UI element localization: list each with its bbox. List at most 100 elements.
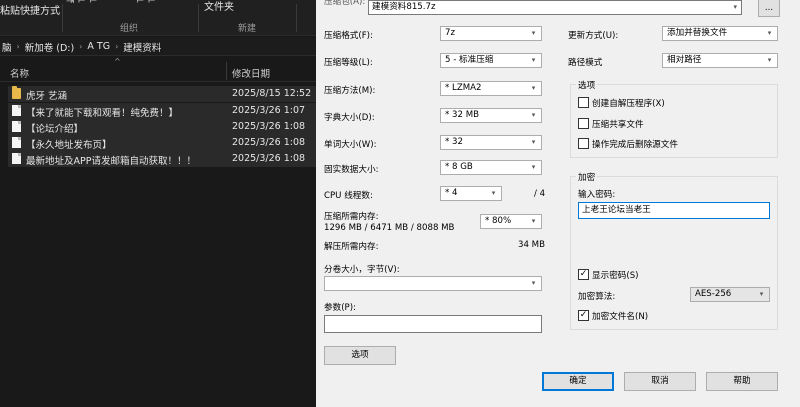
chevron-down-icon: ▾	[531, 29, 536, 37]
encrypt-filenames-label[interactable]: 加密文件名(N)	[592, 310, 648, 322]
word-size-select[interactable]: * 32 ▾	[440, 135, 542, 150]
breadcrumb-item[interactable]: A TG	[87, 41, 110, 52]
parameters-label: 参数(P):	[324, 303, 356, 313]
file-name: 【永久地址发布页】	[26, 140, 112, 151]
shared-files-checkbox[interactable]	[578, 118, 589, 129]
delete-after-checkbox[interactable]	[578, 138, 589, 149]
level-value: 5 - 标准压缩	[445, 55, 494, 65]
decompress-memory-label: 解压所需内存:	[324, 242, 379, 252]
dictionary-size-value: * 32 MB	[445, 110, 480, 120]
enter-password-label: 输入密码:	[578, 190, 616, 200]
encrypt-filenames-checkbox[interactable]: ✓	[578, 310, 589, 321]
cpu-threads-label: CPU 线程数:	[324, 191, 373, 201]
file-row[interactable]: 最新地址及APP请发邮箱自动获取！！！ 2025/3/26 1:08	[8, 151, 316, 167]
folder-icon	[12, 86, 21, 99]
shared-files-label[interactable]: 压缩共享文件	[592, 118, 644, 130]
options-group-title: 选项	[576, 79, 598, 91]
method-select[interactable]: * LZMA2 ▾	[440, 81, 542, 96]
sort-ascending-icon: ^	[114, 57, 121, 66]
dictionary-size-select[interactable]: * 32 MB ▾	[440, 108, 542, 123]
path-mode-value: 相对路径	[667, 55, 702, 65]
document-icon	[12, 137, 21, 148]
breadcrumb-item[interactable]: 建模资料	[123, 40, 161, 54]
level-select[interactable]: 5 - 标准压缩 ▾	[440, 53, 542, 68]
file-explorer: 粘贴快捷方式 ⇥ ⌐ ⌐ ⌐ ⌐ 文件夹 组织 新建 脑 › 新加卷 (D:) …	[0, 0, 316, 407]
encryption-method-select[interactable]: AES-256 ▾	[690, 287, 770, 302]
ribbon-partial-icons: ⇥ ⌐ ⌐	[66, 0, 98, 7]
chevron-down-icon: ▾	[767, 29, 772, 37]
ribbon-divider	[296, 4, 297, 32]
memory-usage-value: * 80%	[485, 216, 512, 226]
document-icon	[12, 121, 21, 132]
cpu-threads-total: / 4	[534, 189, 546, 199]
file-name: 虎牙 艺涵	[26, 91, 68, 102]
browse-button[interactable]: ...	[758, 0, 780, 17]
chevron-down-icon: ▾	[759, 290, 764, 298]
file-date: 2025/3/26 1:08	[232, 137, 306, 148]
breadcrumb-item[interactable]: 脑	[2, 40, 12, 54]
chevron-right-icon: ›	[115, 42, 119, 51]
cpu-threads-select[interactable]: * 4 ▾	[440, 186, 502, 201]
cancel-button[interactable]: 取消	[624, 372, 696, 391]
new-folder-button[interactable]: 文件夹	[204, 0, 234, 13]
format-select[interactable]: 7z ▾	[440, 26, 542, 41]
parameters-input[interactable]	[324, 315, 542, 333]
paste-shortcut-button[interactable]: 粘贴快捷方式	[0, 2, 60, 17]
file-date: 2025/8/15 12:52	[232, 88, 312, 99]
add-to-archive-dialog: 压缩包(A): 建模资料815.7z ▾ ... 压缩格式(F): 7z ▾ 压缩…	[316, 0, 800, 407]
document-icon	[12, 153, 21, 164]
breadcrumb-item[interactable]: 新加卷 (D:)	[25, 40, 74, 54]
file-row[interactable]: 【论坛介绍】 2025/3/26 1:08	[8, 119, 316, 135]
column-header-name[interactable]: 名称	[10, 66, 29, 80]
file-name: 【论坛介绍】	[26, 124, 84, 135]
solid-block-select[interactable]: * 8 GB ▾	[440, 160, 542, 175]
path-mode-select[interactable]: 相对路径 ▾	[662, 53, 778, 68]
memory-usage-select[interactable]: * 80% ▾	[480, 214, 542, 229]
options-button[interactable]: 选项	[324, 346, 396, 365]
compress-memory-value: 1296 MB / 6471 MB / 8088 MB	[324, 223, 455, 233]
show-password-checkbox[interactable]: ✓	[578, 269, 589, 280]
encryption-group-title: 加密	[576, 171, 598, 183]
archive-label-partial: 压缩包(A):	[324, 0, 366, 7]
file-row[interactable]: 虎牙 艺涵 2025/8/15 12:52	[8, 86, 316, 102]
password-input[interactable]: 上老王论坛当老王	[578, 202, 770, 219]
format-value: 7z	[445, 28, 455, 38]
explorer-ribbon: 粘贴快捷方式 ⇥ ⌐ ⌐ ⌐ ⌐ 文件夹 组织 新建	[0, 0, 316, 36]
delete-after-label[interactable]: 操作完成后删除源文件	[592, 138, 678, 150]
update-mode-value: 添加并替换文件	[667, 28, 728, 38]
update-mode-select[interactable]: 添加并替换文件 ▾	[662, 26, 778, 41]
show-password-label[interactable]: 显示密码(S)	[592, 269, 639, 281]
chevron-down-icon[interactable]: ▾	[733, 1, 737, 14]
archive-name-combo[interactable]: 建模资料815.7z ▾	[368, 0, 742, 15]
file-row[interactable]: 【来了就能下载和观看！纯免费！】 2025/3/26 1:07	[8, 103, 316, 119]
level-label: 压缩等级(L):	[324, 58, 373, 68]
column-header-date[interactable]: 修改日期	[232, 66, 270, 80]
file-name: 最新地址及APP请发邮箱自动获取！！！	[26, 156, 196, 167]
help-button[interactable]: 帮助	[706, 372, 778, 391]
chevron-right-icon: ›	[79, 42, 83, 51]
breadcrumb[interactable]: 脑 › 新加卷 (D:) › A TG › 建模资料	[0, 38, 316, 56]
ribbon-partial-icons-2: ⌐ ⌐	[136, 0, 156, 7]
file-row[interactable]: 【永久地址发布页】 2025/3/26 1:08	[8, 135, 316, 151]
method-value: * LZMA2	[445, 83, 482, 93]
file-list-header: ^ 名称 修改日期	[0, 57, 316, 82]
document-icon	[12, 105, 21, 116]
split-volume-combo[interactable]: ▾	[324, 276, 542, 291]
sfx-checkbox[interactable]	[578, 97, 589, 108]
word-size-label: 单词大小(W):	[324, 140, 377, 150]
file-date: 2025/3/26 1:08	[232, 121, 306, 132]
sfx-label[interactable]: 创建自解压程序(X)	[592, 97, 665, 109]
word-size-value: * 32	[445, 137, 463, 147]
update-mode-label: 更新方式(U):	[568, 31, 619, 41]
ribbon-group-new: 新建	[238, 24, 257, 34]
column-divider[interactable]	[226, 62, 227, 80]
path-mode-label: 路径模式	[568, 58, 603, 68]
chevron-down-icon: ▾	[491, 189, 496, 197]
chevron-down-icon: ▾	[531, 84, 536, 92]
file-date: 2025/3/26 1:08	[232, 153, 306, 164]
dictionary-size-label: 字典大小(D):	[324, 113, 375, 123]
format-label: 压缩格式(F):	[324, 31, 373, 41]
solid-block-value: * 8 GB	[445, 162, 473, 172]
ok-button[interactable]: 确定	[542, 372, 614, 391]
chevron-right-icon: ›	[16, 42, 20, 51]
